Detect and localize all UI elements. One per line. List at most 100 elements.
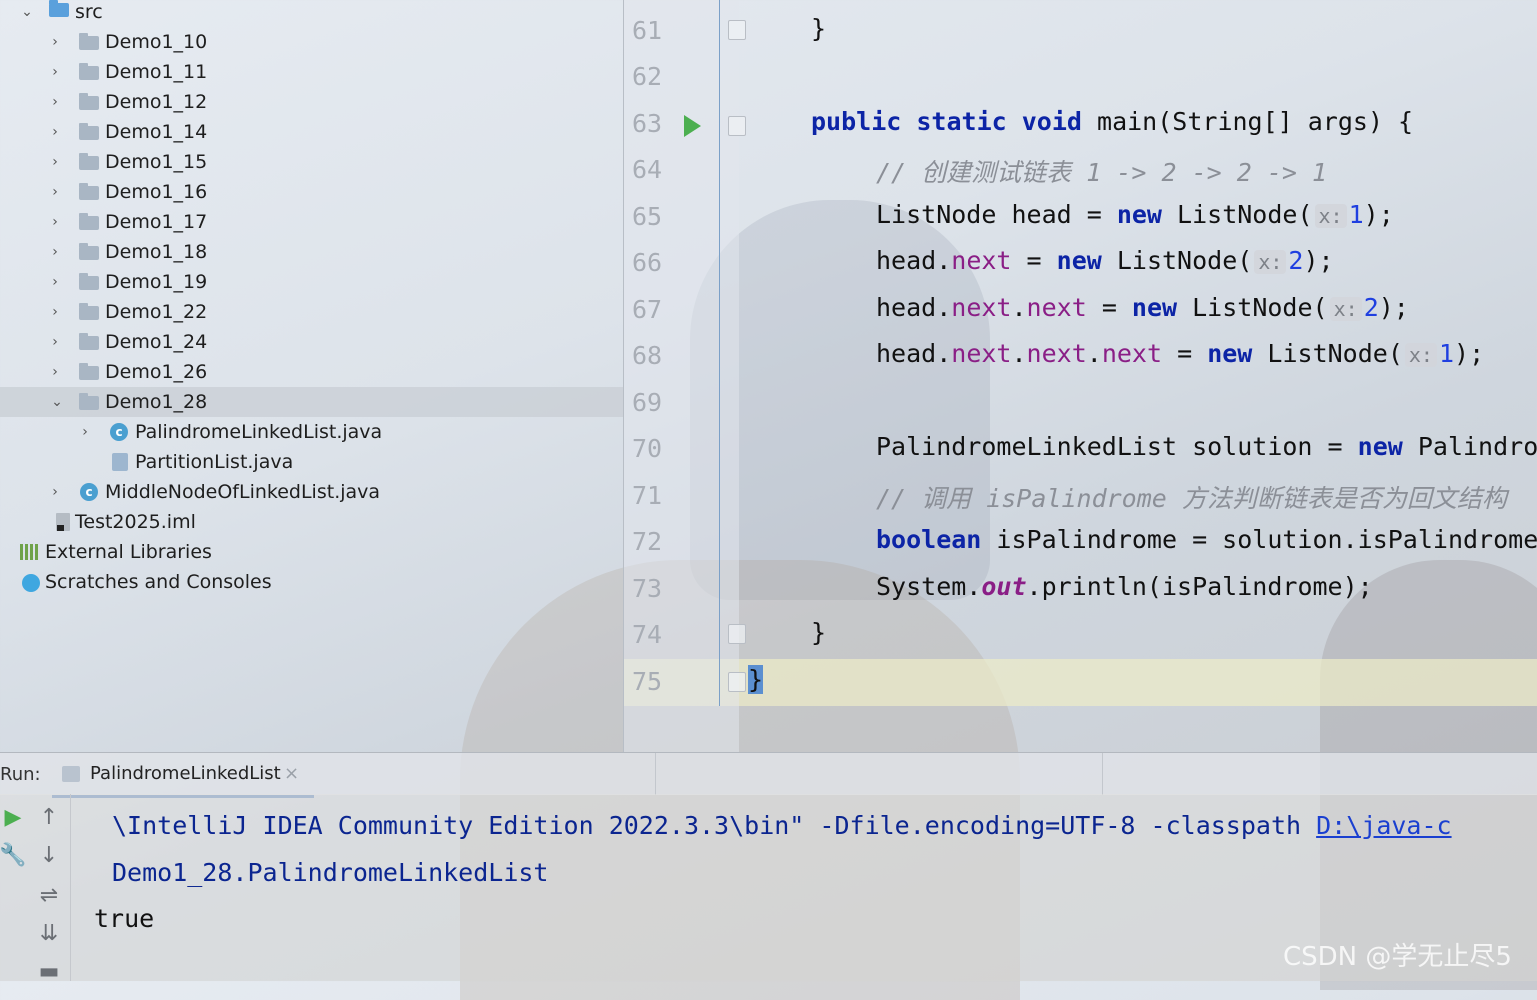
chevron-right-icon[interactable]: › <box>48 334 62 350</box>
tree-item-demo1-16[interactable]: › Demo1_16 <box>0 177 623 207</box>
tree-item-demo1-11[interactable]: › Demo1_11 <box>0 57 623 87</box>
console-main-class: Demo1_28.PalindromeLinkedList <box>112 858 549 887</box>
tree-item-palindrome-linked-list[interactable]: › c PalindromeLinkedList.java <box>0 417 623 447</box>
code-text: isPalindrome = solution.isPalindrome(hea… <box>996 525 1537 554</box>
chevron-right-icon[interactable]: › <box>48 304 62 320</box>
rerun-icon[interactable]: ▶ <box>0 804 26 830</box>
print-icon[interactable]: ▬ <box>36 958 62 984</box>
run-gutter-icon[interactable] <box>684 115 701 137</box>
chevron-right-icon[interactable]: › <box>48 64 62 80</box>
classpath-link[interactable]: D:\java-c <box>1316 811 1451 840</box>
chevron-right-icon[interactable]: › <box>48 34 62 50</box>
tree-item-label: Demo1_24 <box>105 331 208 353</box>
chevron-right-icon[interactable]: › <box>48 124 62 140</box>
line-number: 71 <box>632 481 663 510</box>
chevron-right-icon[interactable]: › <box>48 184 62 200</box>
tree-item-demo1-22[interactable]: › Demo1_22 <box>0 297 623 327</box>
chevron-right-icon[interactable]: › <box>48 364 62 380</box>
line-number: 62 <box>632 62 663 91</box>
chevron-right-icon[interactable]: › <box>48 94 62 110</box>
tree-item-demo1-28[interactable]: ⌄ Demo1_28 <box>0 387 623 417</box>
chevron-down-icon[interactable]: ⌄ <box>20 4 34 20</box>
close-icon[interactable]: × <box>284 763 299 784</box>
chevron-right-icon[interactable]: › <box>48 244 62 260</box>
tab-run-config[interactable]: PalindromeLinkedList × <box>52 753 314 798</box>
tree-item-label: Demo1_28 <box>105 391 208 413</box>
package-icon <box>79 93 99 110</box>
tree-item-demo1-12[interactable]: › Demo1_12 <box>0 87 623 117</box>
tree-item-external-libraries[interactable]: External Libraries <box>0 537 623 567</box>
tree-item-scratches[interactable]: Scratches and Consoles <box>0 567 623 597</box>
tree-item-demo1-26[interactable]: › Demo1_26 <box>0 357 623 387</box>
code-line-68: head.next.next.next = new ListNode(x: 1); <box>876 339 1484 368</box>
folder-icon <box>49 0 69 17</box>
arrow-down-icon[interactable]: ↓ <box>36 842 62 868</box>
arrow-up-icon[interactable]: ↑ <box>36 804 62 830</box>
code-text: PalindromeLinkedList solution = <box>876 432 1358 461</box>
line-number: 69 <box>632 388 663 417</box>
field-ref: next <box>951 293 1012 322</box>
tree-item-label: Scratches and Consoles <box>45 571 272 593</box>
header-divider <box>655 753 656 795</box>
code-line-74: } <box>811 618 827 647</box>
code-text: ListNode head = <box>876 200 1117 229</box>
tree-item-demo1-24[interactable]: › Demo1_24 <box>0 327 623 357</box>
scratches-icon <box>22 574 40 592</box>
wrench-icon[interactable]: 🔧 <box>0 842 27 868</box>
console-command-line: \IntelliJ IDEA Community Edition 2022.3.… <box>112 811 1452 840</box>
number-literal: 2 <box>1288 246 1304 275</box>
java-class-icon: c <box>80 483 98 501</box>
chevron-down-icon[interactable]: ⌄ <box>50 394 64 410</box>
code-text: head. <box>876 246 952 275</box>
tree-item-src[interactable]: ⌄ src <box>0 0 623 27</box>
tree-item-demo1-10[interactable]: › Demo1_10 <box>0 27 623 57</box>
tree-item-middle-node[interactable]: › c MiddleNodeOfLinkedList.java <box>0 477 623 507</box>
tree-item-label: Demo1_18 <box>105 241 208 263</box>
chevron-right-icon[interactable]: › <box>48 484 62 500</box>
package-icon <box>79 63 99 80</box>
tree-item-label: PalindromeLinkedList.java <box>135 421 383 443</box>
code-line-71: // 调用 isPalindrome 方法判断链表是否为回文结构 <box>876 484 1507 513</box>
tree-item-label: Demo1_22 <box>105 301 208 323</box>
keyword: new <box>1131 293 1178 322</box>
tree-item-label: Demo1_11 <box>105 61 208 83</box>
tree-item-label: Demo1_10 <box>105 31 208 53</box>
run-label: Run: <box>0 764 41 785</box>
chevron-right-icon[interactable]: › <box>48 154 62 170</box>
tree-item-demo1-14[interactable]: › Demo1_14 <box>0 117 623 147</box>
line-number: 73 <box>632 574 663 603</box>
field-ref: next <box>1026 339 1087 368</box>
tree-item-label: Demo1_16 <box>105 181 208 203</box>
java-file-icon <box>112 453 128 471</box>
run-toolbar: ▶ ↑ 🔧 ↓ ⇌ ⇊ ▬ <box>0 794 71 984</box>
chevron-right-icon[interactable]: › <box>48 274 62 290</box>
editor-gutter: 61 62 63 64 65 66 67 68 69 70 71 72 73 7… <box>623 0 746 752</box>
tree-item-iml[interactable]: Test2025.iml <box>0 507 623 537</box>
number-literal: 1 <box>1438 339 1455 368</box>
number-literal: 1 <box>1348 200 1364 229</box>
tree-item-partition-list[interactable]: PartitionList.java <box>0 447 623 477</box>
tree-item-demo1-15[interactable]: › Demo1_15 <box>0 147 623 177</box>
soft-wrap-icon[interactable]: ⇌ <box>36 882 62 908</box>
gutter-separator <box>719 0 720 706</box>
code-editor[interactable]: } public static void main(String[] args)… <box>738 0 1537 752</box>
code-text: ); <box>1363 200 1394 229</box>
package-icon <box>79 273 99 290</box>
scroll-to-end-icon[interactable]: ⇊ <box>36 920 62 946</box>
tree-item-demo1-19[interactable]: › Demo1_19 <box>0 267 623 297</box>
project-tree: ⌄ src › Demo1_10 › Demo1_11 › Demo1_12 ›… <box>0 0 623 752</box>
code-text: System. <box>876 572 982 601</box>
code-text: ListNode( <box>1252 339 1403 368</box>
chevron-right-icon[interactable]: › <box>48 214 62 230</box>
caret-selection: } <box>748 665 764 694</box>
code-text: ListNode( <box>1101 246 1253 275</box>
run-tool-header: Run: PalindromeLinkedList × <box>0 752 1537 798</box>
parameter-hint: x: <box>1404 343 1437 367</box>
code-text: ListNode( <box>1161 200 1313 229</box>
line-number: 67 <box>632 295 663 324</box>
tree-item-label: Demo1_15 <box>105 151 208 173</box>
tree-item-demo1-17[interactable]: › Demo1_17 <box>0 207 623 237</box>
chevron-right-icon[interactable]: › <box>78 424 92 440</box>
tree-item-demo1-18[interactable]: › Demo1_18 <box>0 237 623 267</box>
package-icon <box>79 363 99 380</box>
